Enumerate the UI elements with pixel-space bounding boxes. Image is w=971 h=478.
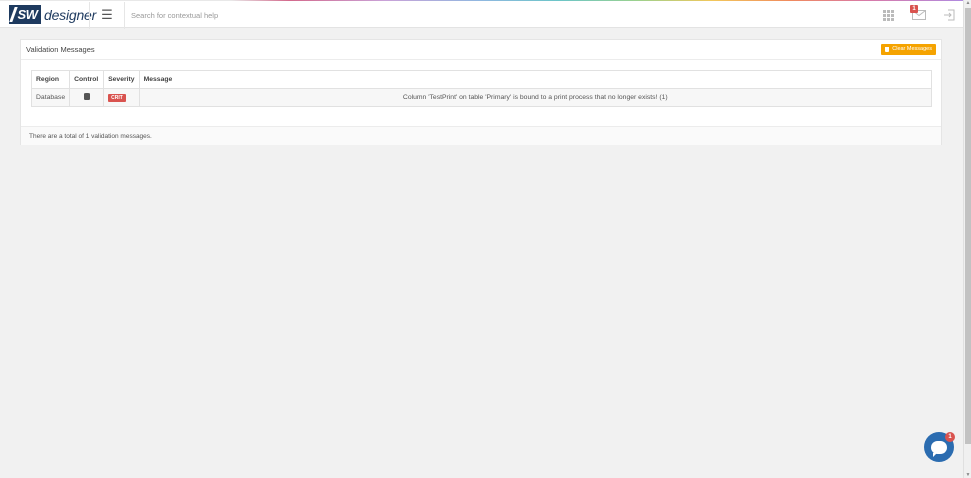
database-icon bbox=[83, 93, 90, 100]
panel-title: Validation Messages bbox=[26, 45, 95, 54]
scroll-thumb[interactable] bbox=[965, 8, 971, 444]
scroll-down-icon[interactable]: ▼ bbox=[965, 472, 971, 478]
column-header-severity[interactable]: Severity bbox=[103, 70, 140, 89]
app-logo[interactable]: SW designer bbox=[9, 5, 96, 24]
apps-grid-icon[interactable] bbox=[881, 8, 895, 22]
column-header-control[interactable]: Control bbox=[69, 70, 105, 89]
panel-footer: There are a total of 1 validation messag… bbox=[21, 126, 941, 145]
search-input[interactable] bbox=[131, 7, 531, 23]
panel-header: Validation Messages Clear Messages bbox=[21, 40, 941, 60]
chat-badge: 1 bbox=[945, 432, 955, 442]
topbar-divider bbox=[89, 2, 90, 29]
table-header-row: Region Control Severity Message bbox=[30, 70, 933, 89]
cell-severity: CRIT bbox=[103, 88, 140, 107]
column-header-message[interactable]: Message bbox=[138, 70, 933, 89]
validation-table: Region Control Severity Message Database… bbox=[30, 70, 933, 107]
clear-messages-button[interactable]: Clear Messages bbox=[881, 44, 936, 55]
top-bar: SW designer ☰ 1 bbox=[0, 1, 963, 29]
validation-count-text: There are a total of 1 validation messag… bbox=[29, 133, 152, 140]
table-row[interactable]: Database CRIT Column 'TestPrint' on tabl… bbox=[30, 88, 933, 107]
chat-icon bbox=[931, 440, 947, 457]
clear-messages-label: Clear Messages bbox=[892, 46, 932, 52]
trash-icon bbox=[885, 47, 890, 52]
menu-icon[interactable]: ☰ bbox=[98, 6, 116, 24]
logout-icon[interactable] bbox=[942, 8, 956, 22]
validation-messages-panel: Validation Messages Clear Messages Regio… bbox=[20, 39, 942, 145]
scroll-up-icon[interactable]: ▲ bbox=[965, 0, 971, 6]
topbar-divider bbox=[124, 2, 125, 29]
validation-table-wrapper: Region Control Severity Message Database… bbox=[30, 70, 933, 107]
page-scrollbar[interactable]: ▲ ▼ bbox=[963, 0, 971, 478]
cell-region: Database bbox=[30, 88, 71, 107]
logo-mark: SW bbox=[9, 5, 41, 24]
column-header-region[interactable]: Region bbox=[30, 70, 71, 89]
notification-badge: 1 bbox=[910, 5, 918, 13]
severity-badge: CRIT bbox=[108, 93, 126, 102]
cell-message: Column 'TestPrint' on table 'Primary' is… bbox=[138, 88, 933, 107]
cell-control bbox=[69, 88, 105, 107]
